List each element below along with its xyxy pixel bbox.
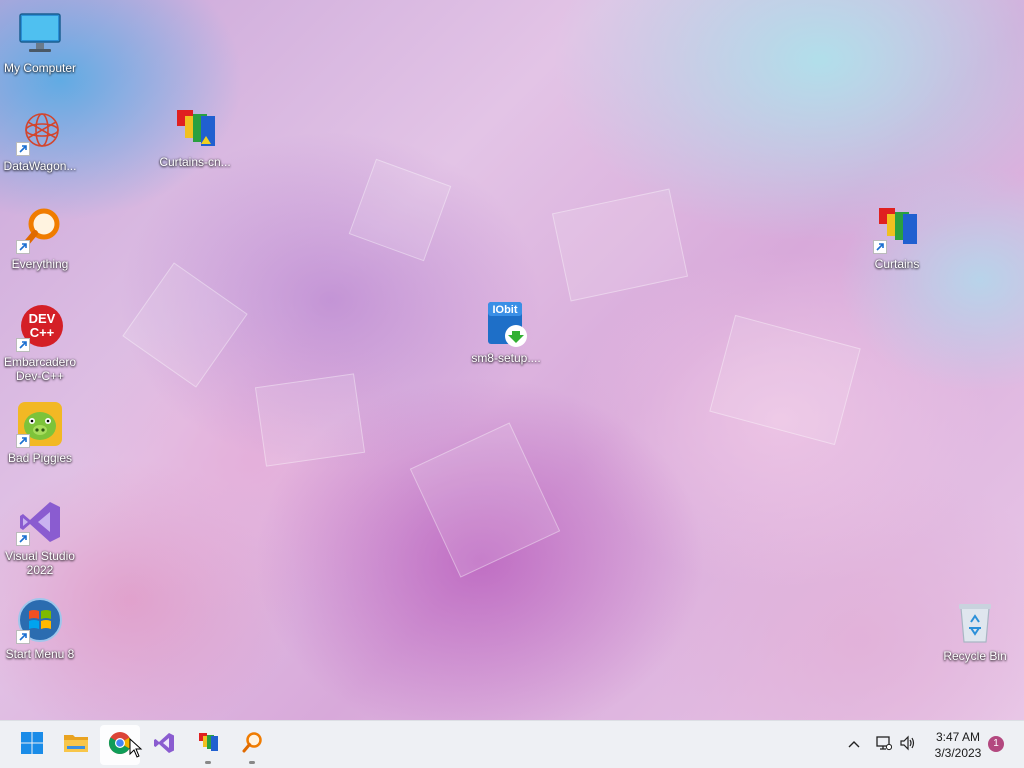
running-indicator	[205, 761, 211, 764]
visual-studio-icon	[152, 731, 176, 760]
volume-button[interactable]	[896, 721, 920, 768]
datawagon-icon	[16, 108, 64, 156]
taskbar-curtains[interactable]	[188, 725, 228, 765]
desktop-icon-label: DataWagon...	[3, 159, 77, 173]
wallpaper-facet	[348, 158, 452, 262]
desktop-icon-label: Recycle Bin	[943, 649, 1007, 663]
wallpaper-facet	[254, 373, 366, 467]
desktop-icon-visual-studio[interactable]: Visual Studio 2022	[0, 498, 80, 577]
shortcut-arrow-icon	[873, 240, 887, 254]
desktop-icon-curtains-cn[interactable]: Curtains-cn...	[155, 104, 235, 169]
monitor-icon	[16, 10, 64, 58]
show-hidden-icons-button[interactable]	[842, 721, 866, 768]
speaker-icon	[899, 735, 917, 756]
desktop-icon-start-menu-8[interactable]: Start Menu 8	[0, 596, 80, 661]
magnifier-icon	[16, 206, 64, 254]
iobit-installer-icon: IObit	[482, 300, 530, 348]
desktop-icon-label: Visual Studio 2022	[5, 549, 75, 577]
folder-icon	[63, 732, 89, 759]
desktop-icon-label: Everything	[11, 257, 69, 271]
taskbar-clock[interactable]: 3:47 AM 3/3/2023	[922, 729, 994, 761]
desktop-icon-my-computer[interactable]: My Computer	[0, 10, 80, 75]
desktop-icon-everything[interactable]: Everything	[0, 206, 80, 271]
wallpaper-facet	[551, 188, 689, 302]
notification-badge[interactable]: 1	[988, 736, 1004, 752]
shortcut-arrow-icon	[16, 532, 30, 546]
magnifier-icon	[240, 731, 264, 760]
start-menu-orb-icon	[16, 596, 64, 644]
taskbar-visual-studio[interactable]	[144, 725, 184, 765]
desktop-icon-curtains[interactable]: Curtains	[857, 206, 937, 271]
desktop-icon-sm8-setup[interactable]: IObit sm8-setup....	[466, 300, 546, 365]
curtains-icon	[196, 731, 220, 760]
bad-piggies-icon	[16, 400, 64, 448]
desktop-icon-devcpp[interactable]: DEV C++ Embarcadero Dev-C++	[0, 304, 80, 383]
taskbar: 3:47 AM 3/3/2023	[0, 720, 1024, 768]
chevron-up-icon	[847, 736, 861, 754]
desktop-icon-label: Curtains	[874, 257, 920, 271]
svg-text:C++: C++	[30, 325, 55, 340]
curtains-icon	[873, 206, 921, 254]
desktop-icon-label: Start Menu 8	[5, 647, 75, 661]
clock-time: 3:47 AM	[935, 730, 981, 744]
desktop-icon-label: Curtains-cn...	[159, 155, 231, 169]
devcpp-icon: DEV C++	[16, 304, 64, 352]
shortcut-arrow-icon	[16, 630, 30, 644]
recycle-bin-icon	[951, 598, 999, 646]
windows-start-icon	[20, 731, 44, 760]
running-indicator	[249, 761, 255, 764]
network-icon	[874, 735, 893, 756]
shortcut-arrow-icon	[16, 434, 30, 448]
mouse-cursor-icon	[129, 737, 143, 763]
wallpaper-facet	[409, 422, 561, 578]
taskbar-file-explorer[interactable]	[56, 725, 96, 765]
desktop-icon-label: Embarcadero Dev-C++	[3, 355, 77, 383]
network-status-button[interactable]	[870, 721, 896, 768]
svg-text:DEV: DEV	[29, 311, 56, 326]
desktop-icon-label: Bad Piggies	[7, 451, 73, 465]
wallpaper-facet	[709, 314, 861, 446]
visual-studio-icon	[16, 498, 64, 546]
curtains-icon	[171, 104, 219, 152]
wallpaper-facet	[122, 262, 248, 388]
shortcut-arrow-icon	[16, 240, 30, 254]
desktop-icon-datawagon[interactable]: DataWagon...	[0, 108, 80, 173]
desktop-icon-label: My Computer	[3, 61, 77, 75]
desktop-wallpaper: My Computer DataWagon... Everything DEV …	[0, 0, 1024, 720]
taskbar-everything[interactable]	[232, 725, 272, 765]
iobit-logo-text: IObit	[492, 304, 517, 316]
start-button[interactable]	[12, 725, 52, 765]
desktop-icon-label: sm8-setup....	[471, 351, 541, 365]
clock-date: 3/3/2023	[934, 746, 982, 760]
shortcut-arrow-icon	[16, 338, 30, 352]
desktop-icon-bad-piggies[interactable]: Bad Piggies	[0, 400, 80, 465]
shortcut-arrow-icon	[16, 142, 30, 156]
desktop-icon-recycle-bin[interactable]: Recycle Bin	[935, 598, 1015, 663]
